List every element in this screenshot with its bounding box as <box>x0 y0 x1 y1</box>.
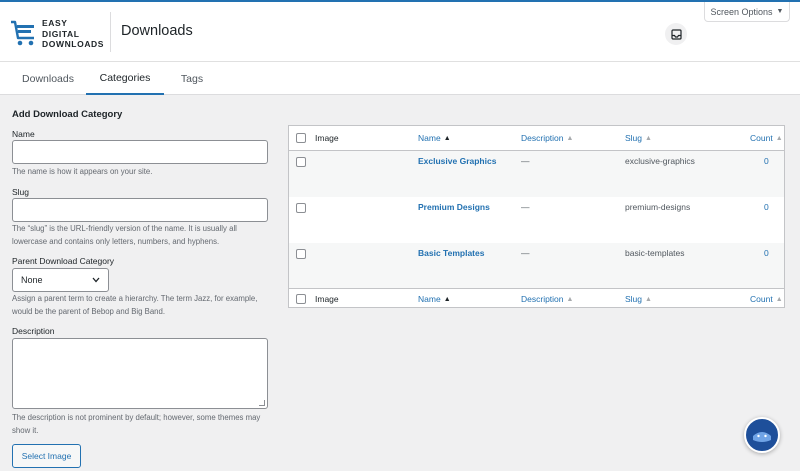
tab-bar: Downloads Categories Tags <box>0 62 800 95</box>
header-divider <box>110 12 111 52</box>
column-label: Slug <box>625 294 643 304</box>
select-all-checkbox[interactable] <box>296 133 306 143</box>
table-footer-row: Image Name ▲ Description ▲ Slug ▲ Count ▲ <box>289 288 784 308</box>
select-all-checkbox[interactable] <box>296 294 306 304</box>
category-count-link[interactable]: 0 <box>764 156 769 166</box>
column-label: Count <box>750 294 773 304</box>
category-description: — <box>521 156 530 166</box>
description-textarea[interactable] <box>12 338 268 409</box>
description-label: Description <box>12 326 55 336</box>
sort-arrows-icon: ▲ <box>775 295 783 303</box>
column-name-sort[interactable]: Name ▲ <box>418 294 451 304</box>
tab-label: Tags <box>180 72 204 85</box>
category-name-link[interactable]: Premium Designs <box>418 202 490 212</box>
category-name-link[interactable]: Basic Templates <box>418 248 484 258</box>
column-description-sort[interactable]: Description ▲ <box>521 294 573 304</box>
column-label: Name <box>418 133 441 143</box>
inbox-button[interactable] <box>665 23 687 45</box>
resize-handle[interactable] <box>259 400 265 406</box>
column-slug-sort[interactable]: Slug ▲ <box>625 294 652 304</box>
column-count-sort[interactable]: Count ▲ <box>750 133 783 143</box>
sort-arrows-icon: ▲ <box>566 295 574 303</box>
row-checkbox[interactable] <box>296 203 306 213</box>
screen-options-button[interactable]: Screen Options ▼ <box>704 2 790 22</box>
slug-label: Slug <box>12 187 30 197</box>
column-label: Slug <box>625 133 643 143</box>
column-label: Image <box>315 133 339 143</box>
column-count-sort[interactable]: Count ▲ <box>750 294 783 304</box>
name-label: Name <box>12 129 35 139</box>
page-title: Downloads <box>121 23 193 39</box>
column-label: Count <box>750 133 773 143</box>
parent-category-select[interactable]: None <box>12 268 109 292</box>
column-description-sort[interactable]: Description ▲ <box>521 133 573 143</box>
slug-hint: The “slug” is the URL-friendly version o… <box>12 224 237 246</box>
app-header: EASY DIGITAL DOWNLOADS Downloads <box>0 2 800 62</box>
sort-arrows-icon: ▲ <box>775 134 783 142</box>
table-row: Basic Templates — basic-templates 0 <box>289 243 784 288</box>
help-chat-button[interactable] <box>744 417 780 453</box>
inbox-icon <box>670 28 682 40</box>
category-description: — <box>521 248 530 258</box>
screen-options-label: Screen Options <box>710 6 773 17</box>
description-hint: The description is not prominent by defa… <box>12 413 261 435</box>
tab-downloads[interactable]: Downloads <box>10 62 86 95</box>
column-label: Image <box>315 294 339 304</box>
column-label: Description <box>521 133 564 143</box>
column-label: Description <box>521 294 564 304</box>
name-hint: The name is how it appears on your site. <box>12 167 153 176</box>
edd-cart-logo-icon <box>11 20 34 46</box>
caret-down-icon: ▼ <box>776 8 784 15</box>
sort-arrows-icon: ▲ <box>566 134 574 142</box>
logo-line: DOWNLOADS <box>42 39 105 49</box>
column-slug-sort[interactable]: Slug ▲ <box>625 133 652 143</box>
logo-line: DIGITAL <box>42 28 80 39</box>
parent-label: Parent Download Category <box>12 256 115 266</box>
category-count-link[interactable]: 0 <box>764 202 769 212</box>
select-image-button[interactable]: Select Image <box>12 444 81 468</box>
help-chat-icon <box>753 432 771 442</box>
categories-table: Image Name ▲ Description ▲ Slug ▲ Count ▲ Ex… <box>288 125 785 308</box>
table-row: Exclusive Graphics — exclusive-graphics … <box>289 151 784 197</box>
table-row: Premium Designs — premium-designs 0 <box>289 197 784 243</box>
row-checkbox[interactable] <box>296 157 306 167</box>
column-image: Image <box>315 133 339 143</box>
tab-categories[interactable]: Categories <box>86 62 164 95</box>
category-slug: premium-designs <box>625 202 691 212</box>
logo-wordmark: EASY DIGITAL DOWNLOADS <box>42 18 104 50</box>
parent-select-value: None <box>21 275 43 285</box>
category-slug: basic-templates <box>625 248 685 258</box>
sort-arrows-icon: ▲ <box>645 295 652 303</box>
row-checkbox[interactable] <box>296 249 306 259</box>
parent-hint: Assign a parent term to create a hierarc… <box>12 294 258 316</box>
category-count-link[interactable]: 0 <box>764 248 769 258</box>
sort-arrows-icon: ▲ <box>443 295 451 303</box>
table-header-row: Image Name ▲ Description ▲ Slug ▲ Count ▲ <box>289 126 784 151</box>
sort-arrows-icon: ▲ <box>443 134 451 142</box>
slug-input[interactable] <box>12 198 268 222</box>
tab-label: Categories <box>99 71 151 84</box>
tab-tags[interactable]: Tags <box>164 62 220 95</box>
form-title: Add Download Category <box>12 109 123 120</box>
logo-line: EASY <box>42 18 68 28</box>
category-name-link[interactable]: Exclusive Graphics <box>418 156 496 166</box>
column-name-sort[interactable]: Name ▲ <box>418 133 451 143</box>
tab-label: Downloads <box>22 72 74 85</box>
column-image: Image <box>315 294 339 304</box>
category-slug: exclusive-graphics <box>625 156 695 166</box>
name-input[interactable] <box>12 140 268 164</box>
category-description: — <box>521 202 530 212</box>
chevron-down-icon <box>92 277 100 283</box>
sort-arrows-icon: ▲ <box>645 134 652 142</box>
column-label: Name <box>418 294 441 304</box>
